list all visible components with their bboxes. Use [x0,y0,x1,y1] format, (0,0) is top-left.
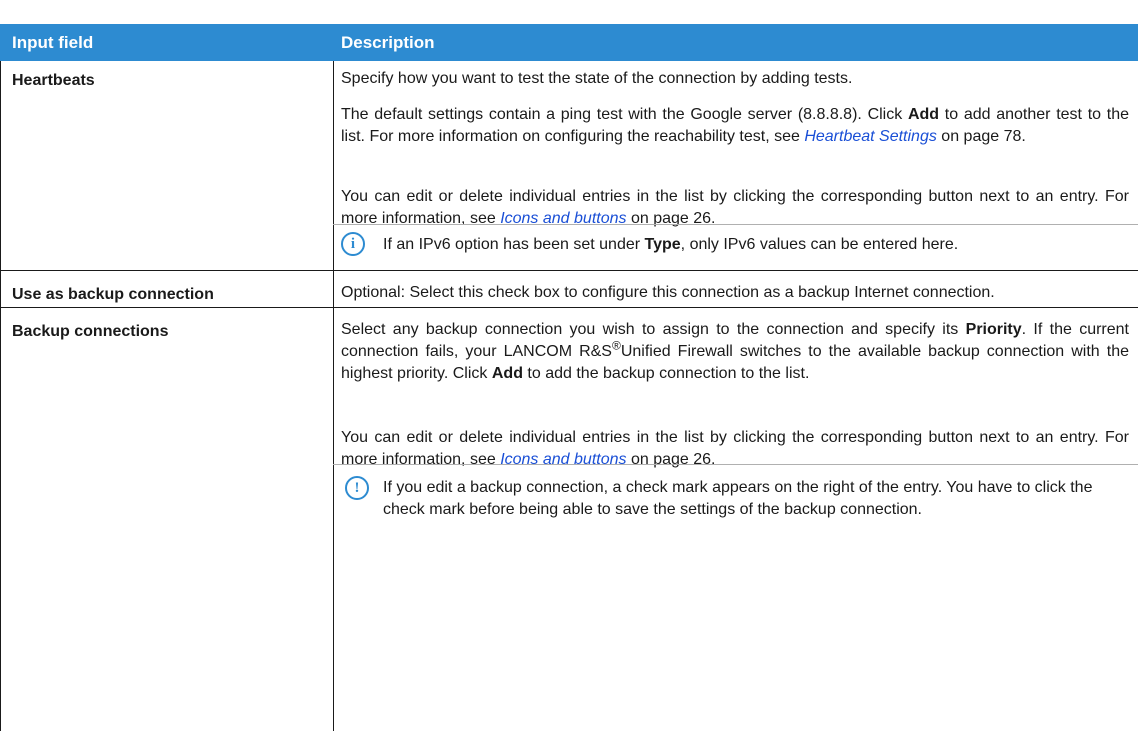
icons-and-buttons-link[interactable]: Icons and buttons [500,451,626,468]
heartbeats-note: If an IPv6 option has been set under Typ… [383,236,959,253]
warning-icon: ! [345,476,369,500]
note-separator [333,464,1138,465]
note-separator [333,224,1138,225]
heartbeat-settings-link[interactable]: Heartbeat Settings [804,128,937,145]
header-input-field: Input field [12,33,94,52]
header-description: Description [341,33,435,52]
backup-use-paragraph: Optional: Select this check box to confi… [341,284,995,301]
field-backup-connections: Backup connections [12,323,169,340]
field-heartbeats: Heartbeats [12,72,95,89]
row-divider [0,270,1138,271]
table-border-left [0,61,1,731]
heartbeats-paragraph-1: Specify how you want to test the state o… [341,70,853,87]
backup-connections-note: If you edit a backup connection, a check… [383,479,1093,518]
backup-connections-paragraph-1: Select any backup connection you wish to… [341,321,1130,382]
row-divider [0,307,1138,308]
info-icon: i [341,232,365,256]
table-header: Input field Description [0,24,1138,61]
column-divider [333,61,334,731]
heartbeats-paragraph-2: The default settings contain a ping test… [341,106,1129,145]
field-use-as-backup: Use as backup connection [12,286,214,303]
